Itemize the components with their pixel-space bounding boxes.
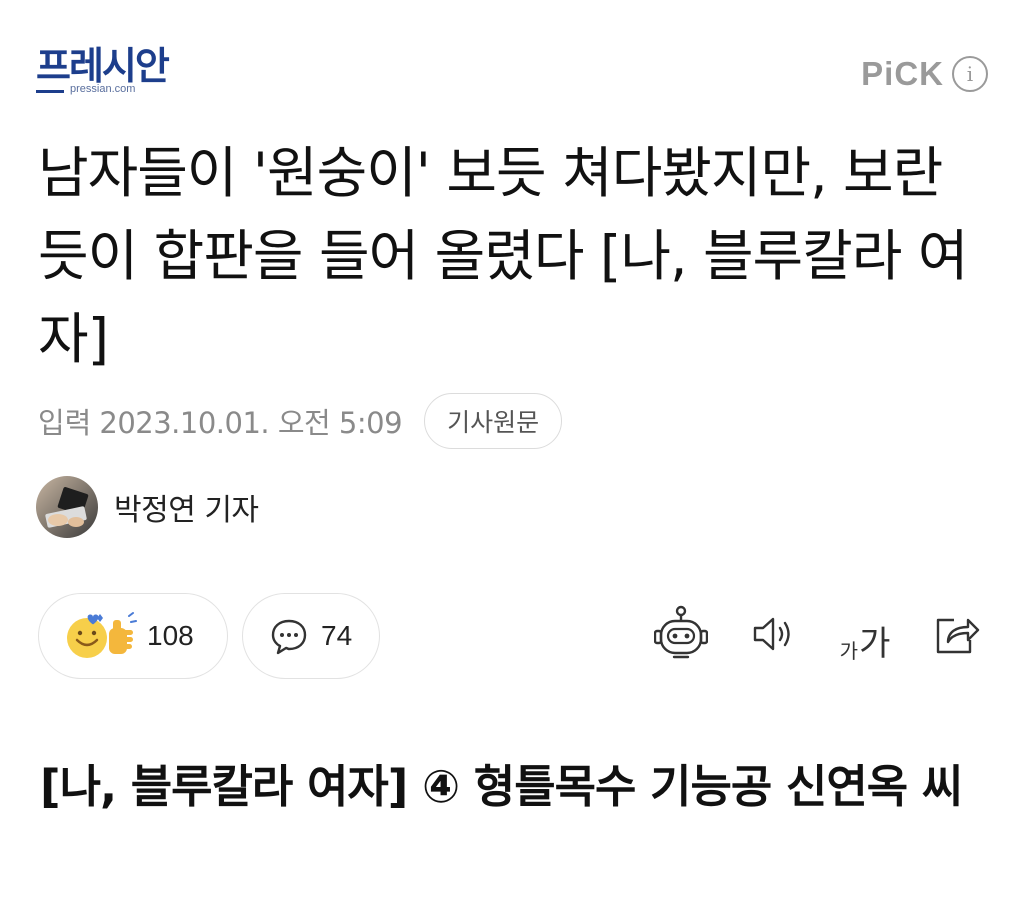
pick-badge[interactable]: PiCK i — [861, 54, 988, 94]
article-meta: 입력 2023.10.01. 오전 5:09 기사원문 — [38, 392, 563, 450]
avatar — [36, 476, 98, 538]
published-datetime: 2023.10.01. 오전 5:09 — [99, 406, 403, 440]
logo-subtext: pressian.com — [70, 83, 136, 95]
comment-count: 74 — [321, 620, 353, 651]
info-icon[interactable]: i — [952, 56, 988, 92]
share-icon[interactable] — [930, 604, 984, 664]
reaction-bar: 108 74 — [38, 593, 380, 679]
author-name: 박정연 기자 — [114, 493, 259, 528]
like-count: 108 — [147, 620, 194, 651]
pressian-logo[interactable]: 프레시안 pressian.com — [36, 44, 196, 100]
robot-summary-icon[interactable] — [654, 604, 708, 664]
article-title: 남자들이 '원숭이' 보듯 쳐다봤지만, 보란듯이 합판을 들어 올렸다 [나,… — [38, 141, 968, 371]
article-subtitle: [나, 블루칼라 여자] ④ 형틀목수 기능공 신연옥 씨 — [40, 760, 963, 813]
speaker-icon[interactable] — [746, 604, 800, 664]
comment-icon — [269, 616, 309, 656]
font-small-glyph: 가 — [839, 639, 859, 663]
font-size-icon[interactable]: 가 가 — [838, 604, 892, 664]
published-label: 입력 — [38, 406, 92, 440]
original-article-button[interactable]: 기사원문 — [424, 393, 563, 449]
reaction-emoji-icon — [63, 610, 137, 662]
author-info[interactable]: 박정연 기자 — [36, 476, 259, 538]
header: 프레시안 pressian.com PiCK i — [0, 0, 1024, 120]
like-button[interactable]: 108 — [38, 593, 228, 679]
font-big-glyph: 가 — [859, 624, 891, 664]
logo-underline — [36, 90, 64, 93]
pick-label: PiCK — [861, 55, 944, 92]
article-toolbar: 가 가 — [616, 604, 984, 664]
comment-button[interactable]: 74 — [242, 593, 380, 679]
